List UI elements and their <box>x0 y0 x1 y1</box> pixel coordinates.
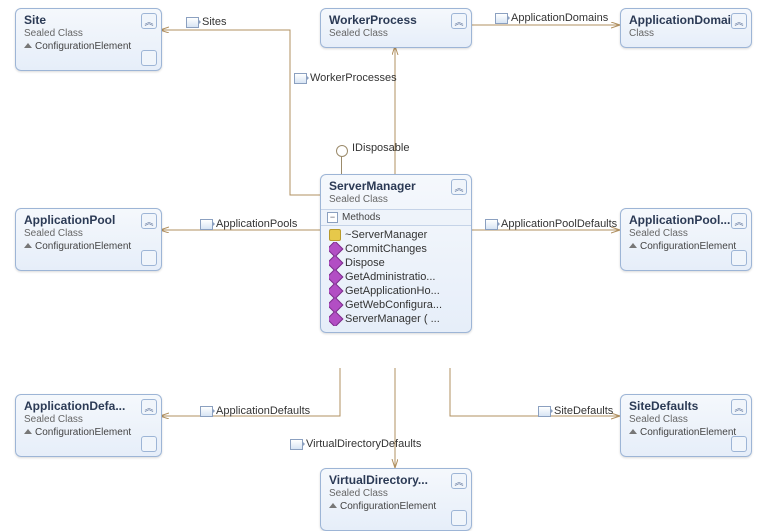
class-base: ConfigurationElement <box>24 427 155 438</box>
class-stereotype: Sealed Class <box>329 194 465 205</box>
method-list: ~ServerManager CommitChanges Dispose GetAdm… <box>321 226 471 332</box>
class-title: SiteDefaults <box>629 399 745 413</box>
inherit-arrow-icon <box>24 43 32 48</box>
class-title: ServerManager <box>329 179 465 193</box>
chevron-collapse-icon[interactable]: ︽ <box>731 213 747 229</box>
class-stereotype: Sealed Class <box>329 488 465 499</box>
public-method-icon <box>329 256 343 270</box>
method-name: CommitChanges <box>345 243 427 255</box>
public-method-icon <box>329 298 343 312</box>
class-applicationdomain[interactable]: ApplicationDomain Class ︽ <box>620 8 752 48</box>
chevron-collapse-icon[interactable]: ︽ <box>451 473 467 489</box>
method-name: Dispose <box>345 257 385 269</box>
class-applicationpool[interactable]: ApplicationPool Sealed Class Configurati… <box>15 208 162 271</box>
method-item[interactable]: GetWebConfigura... <box>329 298 467 312</box>
public-method-icon <box>329 270 343 284</box>
class-applicationpooldefaults[interactable]: ApplicationPool... Sealed Class Configur… <box>620 208 752 271</box>
section-label: Methods <box>342 212 380 223</box>
class-stereotype: Sealed Class <box>24 28 155 39</box>
inherit-arrow-icon <box>24 429 32 434</box>
method-item[interactable]: Dispose <box>329 256 467 270</box>
chevron-collapse-icon[interactable]: ︽ <box>451 179 467 195</box>
conn-label-sitedefaults: SiteDefaults <box>538 405 613 417</box>
class-virtualdirectorydefaults[interactable]: VirtualDirectory... Sealed Class Configu… <box>320 468 472 531</box>
expand-handle[interactable] <box>731 250 747 266</box>
inherit-arrow-icon <box>629 429 637 434</box>
property-icon <box>538 406 551 417</box>
class-title: ApplicationDefa... <box>24 399 155 413</box>
method-item[interactable]: GetAdministratio... <box>329 270 467 284</box>
chevron-collapse-icon[interactable]: ︽ <box>731 13 747 29</box>
conn-label-virtualdirectorydefaults: VirtualDirectoryDefaults <box>290 438 421 450</box>
conn-label-applicationdomains: ApplicationDomains <box>495 12 608 24</box>
class-base: ConfigurationElement <box>24 41 155 52</box>
interface-lollipop <box>336 145 348 157</box>
interface-stem <box>341 156 342 174</box>
class-applicationdefaults[interactable]: ApplicationDefa... Sealed Class Configur… <box>15 394 162 457</box>
conn-label-applicationpools: ApplicationPools <box>200 218 297 230</box>
class-servermanager[interactable]: ServerManager Sealed Class ︽ − Methods ~… <box>320 174 472 333</box>
property-icon <box>186 17 199 28</box>
conn-label-workerprocesses: WorkerProcesses <box>294 72 397 84</box>
method-item[interactable]: CommitChanges <box>329 242 467 256</box>
method-item[interactable]: GetApplicationHo... <box>329 284 467 298</box>
class-stereotype: Sealed Class <box>24 228 155 239</box>
class-site[interactable]: Site Sealed Class ConfigurationElement ︽ <box>15 8 162 71</box>
property-icon <box>495 13 508 24</box>
property-icon <box>290 439 303 450</box>
interface-label: IDisposable <box>352 142 409 154</box>
class-base: ConfigurationElement <box>629 241 745 252</box>
class-title: ApplicationDomain <box>629 13 745 27</box>
diagram-canvas: IDisposable Sites WorkerProcesses Applic… <box>0 0 760 531</box>
class-title: Site <box>24 13 155 27</box>
class-stereotype: Sealed Class <box>24 414 155 425</box>
class-title: VirtualDirectory... <box>329 473 465 487</box>
class-title: ApplicationPool... <box>629 213 745 227</box>
class-stereotype: Class <box>629 28 745 39</box>
chevron-collapse-icon[interactable]: ︽ <box>451 13 467 29</box>
class-stereotype: Sealed Class <box>629 228 745 239</box>
method-item[interactable]: ~ServerManager <box>329 228 467 242</box>
public-method-icon <box>329 284 343 298</box>
property-icon <box>485 219 498 230</box>
property-icon <box>294 73 307 84</box>
inherit-arrow-icon <box>329 503 337 508</box>
expand-handle[interactable] <box>141 436 157 452</box>
class-sitedefaults[interactable]: SiteDefaults Sealed Class ConfigurationE… <box>620 394 752 457</box>
inherit-arrow-icon <box>629 243 637 248</box>
expand-handle[interactable] <box>731 436 747 452</box>
section-collapse-icon[interactable]: − <box>327 212 338 223</box>
expand-handle[interactable] <box>451 510 467 526</box>
class-title: ApplicationPool <box>24 213 155 227</box>
method-name: GetApplicationHo... <box>345 285 440 297</box>
method-name: GetAdministratio... <box>345 271 435 283</box>
expand-handle[interactable] <box>141 250 157 266</box>
class-base: ConfigurationElement <box>24 241 155 252</box>
class-stereotype: Sealed Class <box>629 414 745 425</box>
method-name: GetWebConfigura... <box>345 299 442 311</box>
property-icon <box>200 219 213 230</box>
conn-label-applicationpooldefaults: ApplicationPoolDefaults <box>485 218 617 230</box>
property-icon <box>200 406 213 417</box>
public-method-icon <box>329 312 343 326</box>
method-item[interactable]: ServerManager ( ... <box>329 312 467 326</box>
chevron-collapse-icon[interactable]: ︽ <box>141 213 157 229</box>
class-title: WorkerProcess <box>329 13 465 27</box>
class-stereotype: Sealed Class <box>329 28 465 39</box>
chevron-collapse-icon[interactable]: ︽ <box>731 399 747 415</box>
inherit-arrow-icon <box>24 243 32 248</box>
class-base: ConfigurationElement <box>629 427 745 438</box>
key-method-icon <box>329 229 341 241</box>
conn-label-sites: Sites <box>186 16 226 28</box>
chevron-collapse-icon[interactable]: ︽ <box>141 13 157 29</box>
expand-handle[interactable] <box>141 50 157 66</box>
class-base: ConfigurationElement <box>329 501 465 512</box>
public-method-icon <box>329 242 343 256</box>
chevron-collapse-icon[interactable]: ︽ <box>141 399 157 415</box>
class-workerprocess[interactable]: WorkerProcess Sealed Class ︽ <box>320 8 472 48</box>
methods-section-header[interactable]: − Methods <box>321 209 471 226</box>
method-name: ServerManager ( ... <box>345 313 440 325</box>
method-name: ~ServerManager <box>345 229 427 241</box>
conn-label-applicationdefaults: ApplicationDefaults <box>200 405 310 417</box>
